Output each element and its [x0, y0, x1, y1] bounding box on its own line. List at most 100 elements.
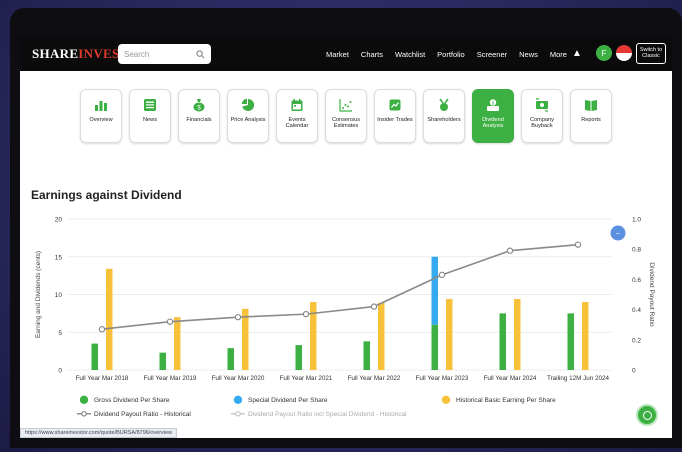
payout-ratio-point — [234, 313, 242, 321]
tab-events-calendar-label: Events Calendar — [285, 117, 309, 130]
bar-basic-eps — [242, 308, 249, 370]
tab-overview-label: Overview — [89, 117, 113, 123]
bar-basic-eps — [378, 302, 385, 370]
singapore-flag-icon[interactable] — [616, 45, 632, 61]
chat-button[interactable] — [636, 404, 658, 426]
scatter-icon — [339, 99, 352, 112]
top-navbar: SHAREINVESTOR Search Market Charts Watch… — [20, 37, 672, 71]
tab-dividend-analysis-label: Dividend Analysis — [482, 117, 504, 130]
bar-basic-eps — [514, 299, 521, 370]
user-avatar[interactable]: F — [596, 45, 612, 61]
y2-tick-label: 1.0 — [632, 217, 641, 224]
search-input[interactable]: Search — [118, 44, 211, 64]
bar-basic-eps — [174, 317, 181, 370]
bar-gross-dividend — [431, 324, 438, 370]
payout-ratio-point — [98, 326, 106, 333]
bar-basic-eps — [106, 268, 113, 370]
y2-tick-label: 0.6 — [632, 277, 641, 284]
payout-ratio-point — [438, 271, 446, 279]
bar-gross-dividend — [159, 352, 166, 370]
bar-gross-dividend — [499, 313, 506, 370]
earnings-dividend-chart: 0 5 10 15 20 0 0.2 0.4 0.6 0.8 1.0 Earning and Divi… — [35, 217, 655, 419]
y-axis-title: Earning and Dividends (cents) — [35, 251, 42, 338]
tab-company-buyback[interactable]: Company Buyback — [521, 89, 563, 143]
payout-ratio-point — [166, 318, 174, 325]
shareholders-icon — [439, 98, 449, 111]
newspaper-icon — [144, 99, 156, 111]
tab-overview[interactable]: Overview — [80, 89, 122, 143]
x-tick-label: Trailing 12M Jun 2024 — [547, 375, 610, 382]
nav-market[interactable]: Market — [326, 50, 349, 59]
payout-ratio-point — [506, 247, 514, 254]
bar-basic-eps — [310, 302, 317, 370]
payout-ratio-point — [370, 303, 378, 310]
y2-tick-label: 0.8 — [632, 247, 641, 254]
x-tick-label: Full Year Mar 2020 — [212, 375, 265, 382]
chat-icon — [642, 410, 652, 420]
nav-watchlist[interactable]: Watchlist — [395, 50, 425, 59]
x-tick-label: Full Year Mar 2022 — [348, 375, 401, 382]
tab-consensus-estimates[interactable]: Consensus Estimates — [325, 89, 367, 143]
search-icon — [196, 49, 205, 58]
tab-reports-label: Reports — [581, 117, 601, 123]
logo-share: SHARE — [32, 46, 79, 61]
bar-basic-eps — [582, 302, 589, 370]
payout-ratio-point — [574, 241, 582, 248]
payout-ratio-line — [101, 243, 579, 331]
tab-reports[interactable]: Reports — [570, 89, 612, 143]
switch-label-line2: Classic — [642, 53, 660, 60]
legend-label: Special Dividend Per Share — [248, 397, 328, 404]
y-tick-label: 0 — [58, 368, 62, 375]
money-bag-icon: $ — [193, 99, 205, 112]
tab-price-analysis-label: Price Analysis — [230, 117, 266, 123]
tab-financials-label: Financials — [186, 117, 212, 123]
y2-tick-label: 0.4 — [632, 307, 641, 314]
tab-events-calendar[interactable]: Events Calendar — [276, 89, 318, 143]
tab-consensus-estimates-label: Consensus Estimates — [332, 117, 360, 130]
y-tick-label: 15 — [55, 254, 63, 261]
legend-marker — [79, 395, 89, 404]
legend-label: Dividend Payout Ratio - Historical — [94, 411, 191, 418]
switch-to-classic-button[interactable]: Switch to Classic — [636, 43, 666, 64]
tab-shareholders[interactable]: Shareholders — [423, 89, 465, 143]
main-nav: Market Charts Watchlist Portfolio Screen… — [326, 37, 579, 71]
notification-bell-icon[interactable]: ▲ — [572, 48, 582, 59]
tab-news[interactable]: News — [129, 89, 171, 143]
bar-chart-icon — [95, 101, 107, 111]
browser-viewport: SHAREINVESTOR Search Market Charts Watch… — [20, 37, 672, 438]
tab-company-buyback-label: Company Buyback — [530, 117, 554, 130]
bar-gross-dividend — [227, 348, 234, 370]
pie-chart-icon — [241, 98, 255, 111]
tab-news-label: News — [143, 117, 157, 123]
tab-dividend-analysis[interactable]: $ Dividend Analysis — [472, 89, 514, 143]
dividend-icon: $ — [487, 99, 499, 111]
search-placeholder: Search — [124, 49, 150, 59]
status-bar-url: https://www.shareinvestor.com/quote/BURS… — [20, 428, 178, 438]
payout-ratio-point — [302, 310, 310, 318]
y-tick-label: 20 — [55, 217, 63, 224]
x-tick-label: Full Year Mar 2024 — [484, 375, 537, 382]
legend-label: Gross Dividend Per Share — [94, 397, 170, 404]
nav-screener[interactable]: Screener — [477, 50, 507, 59]
tab-financials[interactable]: $ Financials — [178, 89, 220, 143]
nav-charts[interactable]: Charts — [361, 50, 383, 59]
bar-special-dividend — [431, 256, 438, 325]
bar-gross-dividend — [363, 341, 370, 370]
y-tick-label: 10 — [55, 292, 63, 299]
legend-marker — [441, 395, 451, 404]
bar-gross-dividend — [295, 345, 302, 370]
section-title: Earnings against Dividend — [31, 188, 182, 202]
nav-portfolio[interactable]: Portfolio — [437, 50, 465, 59]
tab-insider-trades-label: Insider Trades — [377, 117, 413, 123]
tab-insider-trades[interactable]: Insider Trades — [374, 89, 416, 143]
y2-tick-label: 0 — [632, 368, 636, 375]
nav-more[interactable]: More — [550, 50, 567, 59]
x-tick-label: Full Year Mar 2019 — [144, 375, 197, 382]
y2-tick-label: 0.2 — [632, 337, 641, 344]
legend-label: Dividend Payout Ratio incl Special Divid… — [248, 411, 407, 418]
tab-price-analysis[interactable]: Price Analysis — [227, 89, 269, 143]
tab-shareholders-label: Shareholders — [427, 117, 461, 123]
bar-gross-dividend — [91, 343, 98, 370]
y2-axis-title: Dividend Payout Ratio — [648, 262, 655, 327]
nav-news[interactable]: News — [519, 50, 538, 59]
